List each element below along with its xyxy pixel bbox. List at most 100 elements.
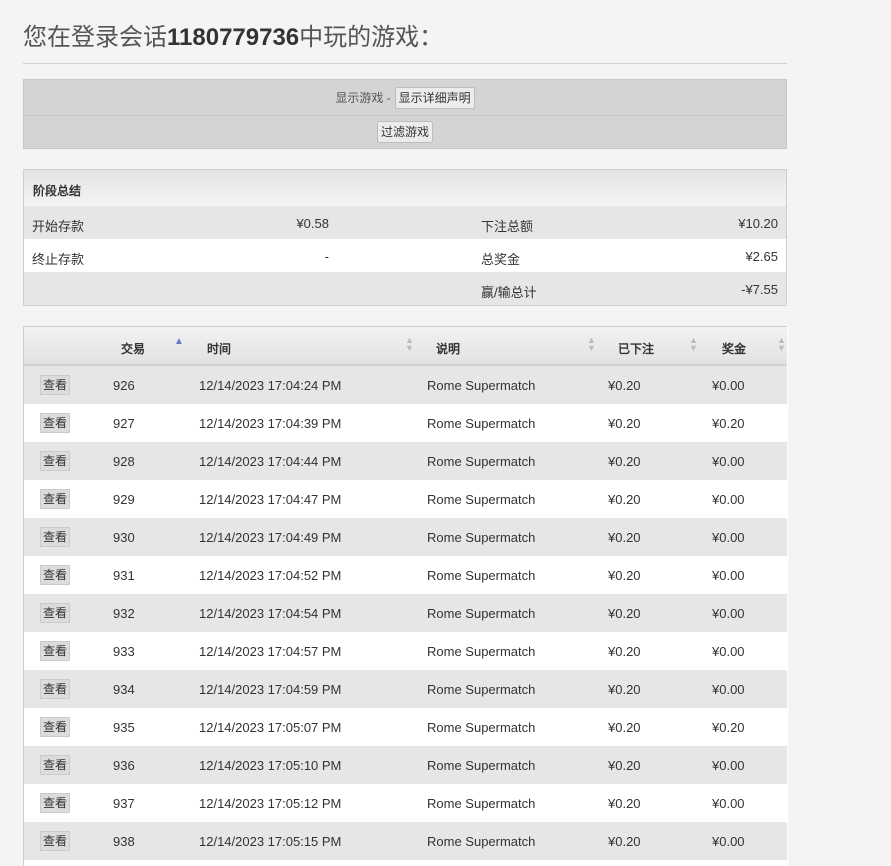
cell-bet: ¥0.20 — [608, 644, 641, 659]
summary-row: 赢/输总计 -¥7.55 — [24, 272, 786, 305]
cell-description: Rome Supermatch — [427, 682, 536, 697]
cell-time: 12/14/2023 17:04:39 PM — [199, 416, 342, 431]
cell-time: 12/14/2023 17:05:10 PM — [199, 758, 342, 773]
cell-time: 12/14/2023 17:04:59 PM — [199, 682, 342, 697]
cell-win: ¥0.00 — [712, 378, 745, 393]
cell-bet: ¥0.20 — [608, 530, 641, 545]
cell-win: ¥0.00 — [712, 834, 745, 849]
cell-win: ¥0.20 — [712, 720, 745, 735]
column-header-win[interactable]: 奖金 — [722, 340, 746, 357]
cell-transaction: 927 — [113, 416, 135, 431]
table-row: 查看 934 12/14/2023 17:04:59 PM Rome Supermat… — [24, 670, 787, 708]
summary-row: 开始存款 ¥0.58 下注总额 ¥10.20 — [24, 206, 786, 239]
session-summary: 阶段总结 开始存款 ¥0.58 下注总额 ¥10.20 终止存款 - 总奖金 ¥… — [23, 169, 787, 306]
sort-both-icon[interactable]: ▲ ▼ — [689, 336, 698, 353]
summary-heading: 阶段总结 — [33, 184, 82, 198]
sort-both-icon[interactable]: ▲ ▼ — [777, 336, 786, 353]
cell-transaction: 930 — [113, 530, 135, 545]
view-button[interactable]: 查看 — [40, 717, 71, 737]
cell-transaction: 936 — [113, 758, 135, 773]
sort-both-icon[interactable]: ▲ ▼ — [587, 336, 596, 353]
summary-label: 赢/输总计 — [481, 285, 537, 300]
cell-win: ¥0.00 — [712, 644, 745, 659]
cell-bet: ¥0.20 — [608, 416, 641, 431]
view-button[interactable]: 查看 — [40, 527, 71, 547]
table-row: 查看 933 12/14/2023 17:04:57 PM Rome Supermat… — [24, 632, 787, 670]
cell-bet: ¥0.20 — [608, 720, 641, 735]
table-row: 查看 928 12/14/2023 17:04:44 PM Rome Supermat… — [24, 442, 787, 480]
view-button[interactable]: 查看 — [40, 489, 71, 509]
table-row: 查看 931 12/14/2023 17:04:52 PM Rome Supermat… — [24, 556, 787, 594]
view-button[interactable]: 查看 — [40, 603, 71, 623]
cell-description: Rome Supermatch — [427, 530, 536, 545]
cell-time: 12/14/2023 17:04:44 PM — [199, 454, 342, 469]
sort-ascending-icon[interactable]: ▲ — [174, 337, 184, 347]
cell-bet: ¥0.20 — [608, 758, 641, 773]
filter-games-button[interactable]: 过滤游戏 — [376, 121, 433, 143]
cell-description: Rome Supermatch — [427, 568, 536, 583]
cell-bet: ¥0.20 — [608, 834, 641, 849]
cell-win: ¥0.00 — [712, 530, 745, 545]
cell-description: Rome Supermatch — [427, 454, 536, 469]
cell-time: 12/14/2023 17:04:24 PM — [199, 378, 342, 393]
cell-description: Rome Supermatch — [427, 492, 536, 507]
games-table-header: 交易 ▲ 时间 ▲ ▼ 说明 ▲ ▼ 已下注 ▲ ▼ 奖金 ▲ ▼ — [24, 326, 787, 367]
view-button[interactable]: 查看 — [40, 413, 71, 433]
cell-time: 12/14/2023 17:04:52 PM — [199, 568, 342, 583]
cell-bet: ¥0.20 — [608, 454, 641, 469]
cell-bet: ¥0.20 — [608, 568, 641, 583]
view-button[interactable]: 查看 — [40, 679, 71, 699]
sort-both-icon[interactable]: ▲ ▼ — [405, 336, 414, 353]
summary-value: ¥0.58 — [296, 216, 329, 231]
cell-time: 12/14/2023 17:05:07 PM — [199, 720, 342, 735]
view-button[interactable]: 查看 — [40, 451, 71, 471]
summary-value: ¥10.20 — [738, 216, 778, 231]
cell-win: ¥0.00 — [712, 492, 745, 507]
cell-time: 12/14/2023 17:05:15 PM — [199, 834, 342, 849]
summary-label: 终止存款 — [32, 252, 85, 267]
cell-transaction: 935 — [113, 720, 135, 735]
cell-transaction: 937 — [113, 796, 135, 811]
view-button[interactable]: 查看 — [40, 641, 71, 661]
title-suffix: 中玩的游戏： — [299, 24, 444, 51]
table-row: 查看 929 12/14/2023 17:04:47 PM Rome Supermat… — [24, 480, 787, 518]
view-button[interactable]: 查看 — [40, 755, 71, 775]
view-button[interactable]: 查看 — [40, 565, 71, 585]
column-header-description[interactable]: 说明 — [436, 340, 460, 357]
summary-label: 开始存款 — [32, 219, 85, 234]
show-games-label: 显示游戏 - — [335, 91, 391, 105]
cell-bet: ¥0.20 — [608, 378, 641, 393]
column-header-transaction[interactable]: 交易 — [121, 340, 145, 357]
table-row: 查看 938 12/14/2023 17:05:15 PM Rome Supermat… — [24, 822, 787, 860]
cell-transaction: 932 — [113, 606, 135, 621]
cell-description: Rome Supermatch — [427, 378, 536, 393]
cell-win: ¥0.00 — [712, 454, 745, 469]
cell-description: Rome Supermatch — [427, 416, 536, 431]
cell-win: ¥0.00 — [712, 758, 745, 773]
cell-time: 12/14/2023 17:04:49 PM — [199, 530, 342, 545]
cell-transaction: 934 — [113, 682, 135, 697]
cell-description: Rome Supermatch — [427, 796, 536, 811]
summary-value: ¥2.65 — [745, 249, 778, 264]
cell-win: ¥0.20 — [712, 416, 745, 431]
view-button[interactable]: 查看 — [40, 793, 71, 813]
table-row: 查看 926 12/14/2023 17:04:24 PM Rome Supermat… — [24, 366, 787, 404]
cell-time: 12/14/2023 17:04:57 PM — [199, 644, 342, 659]
cell-description: Rome Supermatch — [427, 606, 536, 621]
view-button[interactable]: 查看 — [40, 375, 71, 395]
cell-transaction: 926 — [113, 378, 135, 393]
cell-bet: ¥0.20 — [608, 606, 641, 621]
column-header-bet[interactable]: 已下注 — [618, 340, 654, 357]
cell-bet: ¥0.20 — [608, 682, 641, 697]
table-row: 查看 932 12/14/2023 17:04:54 PM Rome Supermat… — [24, 594, 787, 632]
cell-description: Rome Supermatch — [427, 758, 536, 773]
summary-value: - — [324, 249, 329, 264]
filter-row-show: 显示游戏 - 显示详细声明 — [24, 80, 786, 116]
cell-time: 12/14/2023 17:04:47 PM — [199, 492, 342, 507]
column-header-time[interactable]: 时间 — [207, 340, 231, 357]
summary-label: 总奖金 — [481, 252, 521, 267]
show-detail-button[interactable]: 显示详细声明 — [394, 86, 475, 109]
cell-time: 12/14/2023 17:04:54 PM — [199, 606, 342, 621]
cell-time: 12/14/2023 17:05:12 PM — [199, 796, 342, 811]
view-button[interactable]: 查看 — [40, 831, 71, 851]
